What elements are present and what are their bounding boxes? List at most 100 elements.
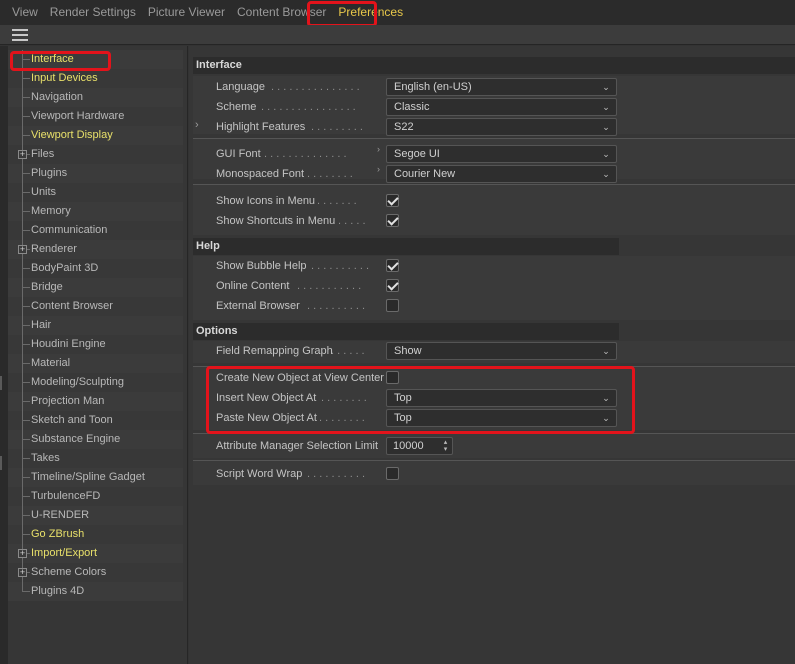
sidebar-item-navigation[interactable]: Navigation bbox=[8, 88, 183, 107]
scheme-dropdown[interactable]: Classic ⌄ bbox=[386, 98, 617, 116]
sidebar-item-takes[interactable]: Takes bbox=[8, 449, 183, 468]
sidebar-item-label: Units bbox=[31, 186, 57, 198]
sidebar-item-bridge[interactable]: Bridge bbox=[8, 278, 183, 297]
chevron-down-icon: ⌄ bbox=[602, 393, 610, 403]
sidebar-item-sketch-and-toon[interactable]: Sketch and Toon bbox=[8, 411, 183, 430]
chevron-down-icon: ⌄ bbox=[602, 149, 610, 159]
sidebar-item-hair[interactable]: Hair bbox=[8, 316, 183, 335]
left-edge-strip bbox=[0, 46, 8, 664]
sidebar-item-plugins[interactable]: Plugins bbox=[8, 164, 183, 183]
sidebar-item-go-zbrush[interactable]: Go ZBrush bbox=[8, 525, 183, 544]
language-label: Language bbox=[216, 81, 265, 93]
menu-view[interactable]: View bbox=[6, 0, 44, 25]
create-at-view-center-checkbox[interactable] bbox=[386, 371, 399, 384]
preferences-panel: Interface Language . . . . . . . . . . .… bbox=[189, 46, 795, 664]
selection-limit-input[interactable]: 10000 ▴ ▾ bbox=[386, 437, 453, 455]
menu-preferences[interactable]: Preferences bbox=[332, 0, 409, 25]
sidebar-item-renderer[interactable]: + Renderer bbox=[8, 240, 183, 259]
sidebar-item-input-devices[interactable]: Input Devices bbox=[8, 69, 183, 88]
sidebar-item-plugins-4d[interactable]: Plugins 4D bbox=[8, 582, 183, 601]
hamburger-menu-icon[interactable] bbox=[12, 29, 28, 41]
sidebar-item-bodypaint-3d[interactable]: BodyPaint 3D bbox=[8, 259, 183, 278]
expand-arrow-icon[interactable]: › bbox=[195, 119, 199, 131]
sidebar-item-label: Navigation bbox=[31, 91, 83, 103]
sidebar-item-memory[interactable]: Memory bbox=[8, 202, 183, 221]
create-at-view-center-label: Create New Object at View Center bbox=[216, 372, 384, 384]
section-header-options: Options bbox=[193, 323, 619, 340]
show-icons-checkbox[interactable] bbox=[386, 194, 399, 207]
sidebar-item-interface[interactable]: Interface bbox=[8, 50, 183, 69]
language-value: English (en-US) bbox=[394, 81, 472, 93]
sidebar-item-files[interactable]: + Files bbox=[8, 145, 183, 164]
sidebar-item-label: Go ZBrush bbox=[31, 528, 85, 540]
sidebar-item-label: BodyPaint 3D bbox=[31, 262, 99, 274]
insert-new-object-dropdown[interactable]: Top ⌄ bbox=[386, 389, 617, 407]
sidebar-item-turbulencefd[interactable]: TurbulenceFD bbox=[8, 487, 183, 506]
sidebar-item-content-browser[interactable]: Content Browser bbox=[8, 297, 183, 316]
scheme-label: Scheme bbox=[216, 101, 257, 113]
sidebar-item-communication[interactable]: Communication bbox=[8, 221, 183, 240]
sidebar-item-label: Projection Man bbox=[31, 395, 105, 407]
menu-bar: View Render Settings Picture Viewer Cont… bbox=[0, 0, 795, 25]
field-remapping-dropdown[interactable]: Show ⌄ bbox=[386, 342, 617, 360]
sidebar-item-substance-engine[interactable]: Substance Engine bbox=[8, 430, 183, 449]
menu-render-settings[interactable]: Render Settings bbox=[44, 0, 142, 25]
sidebar-item-label: TurbulenceFD bbox=[31, 490, 101, 502]
sidebar-item-houdini-engine[interactable]: Houdini Engine bbox=[8, 335, 183, 354]
bubble-help-checkbox[interactable] bbox=[386, 259, 399, 272]
sidebar-item-modeling-sculpting[interactable]: Modeling/Sculpting bbox=[8, 373, 183, 392]
monospaced-font-dropdown[interactable]: Courier New ⌄ bbox=[386, 165, 617, 183]
bubble-help-label: Show Bubble Help bbox=[216, 260, 307, 272]
gui-font-dropdown[interactable]: Segoe UI ⌄ bbox=[386, 145, 617, 163]
sidebar-item-viewport-display[interactable]: Viewport Display bbox=[8, 126, 183, 145]
scheme-value: Classic bbox=[394, 101, 430, 113]
highlight-features-label: Highlight Features bbox=[216, 121, 306, 133]
chevron-down-icon: ⌄ bbox=[602, 413, 610, 423]
paste-new-object-dropdown[interactable]: Top ⌄ bbox=[386, 409, 617, 427]
language-dropdown[interactable]: English (en-US) ⌄ bbox=[386, 78, 617, 96]
sidebar-item-label: Houdini Engine bbox=[31, 338, 106, 350]
expand-arrow-icon[interactable]: › bbox=[377, 144, 380, 154]
paste-new-object-value: Top bbox=[394, 412, 412, 424]
spinner-arrows-icon[interactable]: ▴ ▾ bbox=[441, 439, 450, 453]
paste-new-object-label: Paste New Object At bbox=[216, 412, 317, 424]
field-remapping-label: Field Remapping Graph bbox=[216, 345, 333, 357]
sidebar-item-label: Plugins bbox=[31, 167, 68, 179]
menu-content-browser[interactable]: Content Browser bbox=[231, 0, 332, 25]
sidebar-item-label: U-RENDER bbox=[31, 509, 90, 521]
sidebar-item-import-export[interactable]: + Import/Export bbox=[8, 544, 183, 563]
insert-new-object-value: Top bbox=[394, 392, 412, 404]
expand-plus-icon[interactable]: + bbox=[18, 245, 27, 254]
sidebar-item-label: Import/Export bbox=[31, 547, 98, 559]
sidebar-item-label: Memory bbox=[31, 205, 71, 217]
sidebar-item-label: Modeling/Sculpting bbox=[31, 376, 124, 388]
show-shortcuts-checkbox[interactable] bbox=[386, 214, 399, 227]
sidebar-item-label: Renderer bbox=[31, 243, 77, 255]
sidebar-item-u-render[interactable]: U-RENDER bbox=[8, 506, 183, 525]
expand-plus-icon[interactable]: + bbox=[18, 150, 27, 159]
sidebar-item-projection-man[interactable]: Projection Man bbox=[8, 392, 183, 411]
field-remapping-value: Show bbox=[394, 345, 422, 357]
show-shortcuts-label: Show Shortcuts in Menu bbox=[216, 215, 336, 227]
sidebar-item-units[interactable]: Units bbox=[8, 183, 183, 202]
expand-arrow-icon[interactable]: › bbox=[377, 164, 380, 174]
expand-plus-icon[interactable]: + bbox=[18, 549, 27, 558]
menu-picture-viewer[interactable]: Picture Viewer bbox=[142, 0, 231, 25]
sidebar-item-scheme-colors[interactable]: + Scheme Colors bbox=[8, 563, 183, 582]
highlight-features-dropdown[interactable]: S22 ⌄ bbox=[386, 118, 617, 136]
sidebar-item-label: Bridge bbox=[31, 281, 63, 293]
monospaced-font-label: Monospaced Font bbox=[216, 168, 305, 180]
script-word-wrap-checkbox[interactable] bbox=[386, 467, 399, 480]
expand-plus-icon[interactable]: + bbox=[18, 568, 27, 577]
online-content-checkbox[interactable] bbox=[386, 279, 399, 292]
external-browser-checkbox[interactable] bbox=[386, 299, 399, 312]
preferences-category-tree: Interface Input Devices Navigation Viewport… bbox=[8, 46, 188, 664]
sidebar-item-timeline-spline-gadget[interactable]: Timeline/Spline Gadget bbox=[8, 468, 183, 487]
monospaced-font-value: Courier New bbox=[394, 168, 456, 180]
sidebar-item-label: Scheme Colors bbox=[31, 566, 107, 578]
sidebar-item-viewport-hardware[interactable]: Viewport Hardware bbox=[8, 107, 183, 126]
sidebar-item-material[interactable]: Material bbox=[8, 354, 183, 373]
sidebar-item-label: Substance Engine bbox=[31, 433, 121, 445]
external-browser-label: External Browser bbox=[216, 300, 300, 312]
sidebar-item-label: Material bbox=[31, 357, 71, 369]
